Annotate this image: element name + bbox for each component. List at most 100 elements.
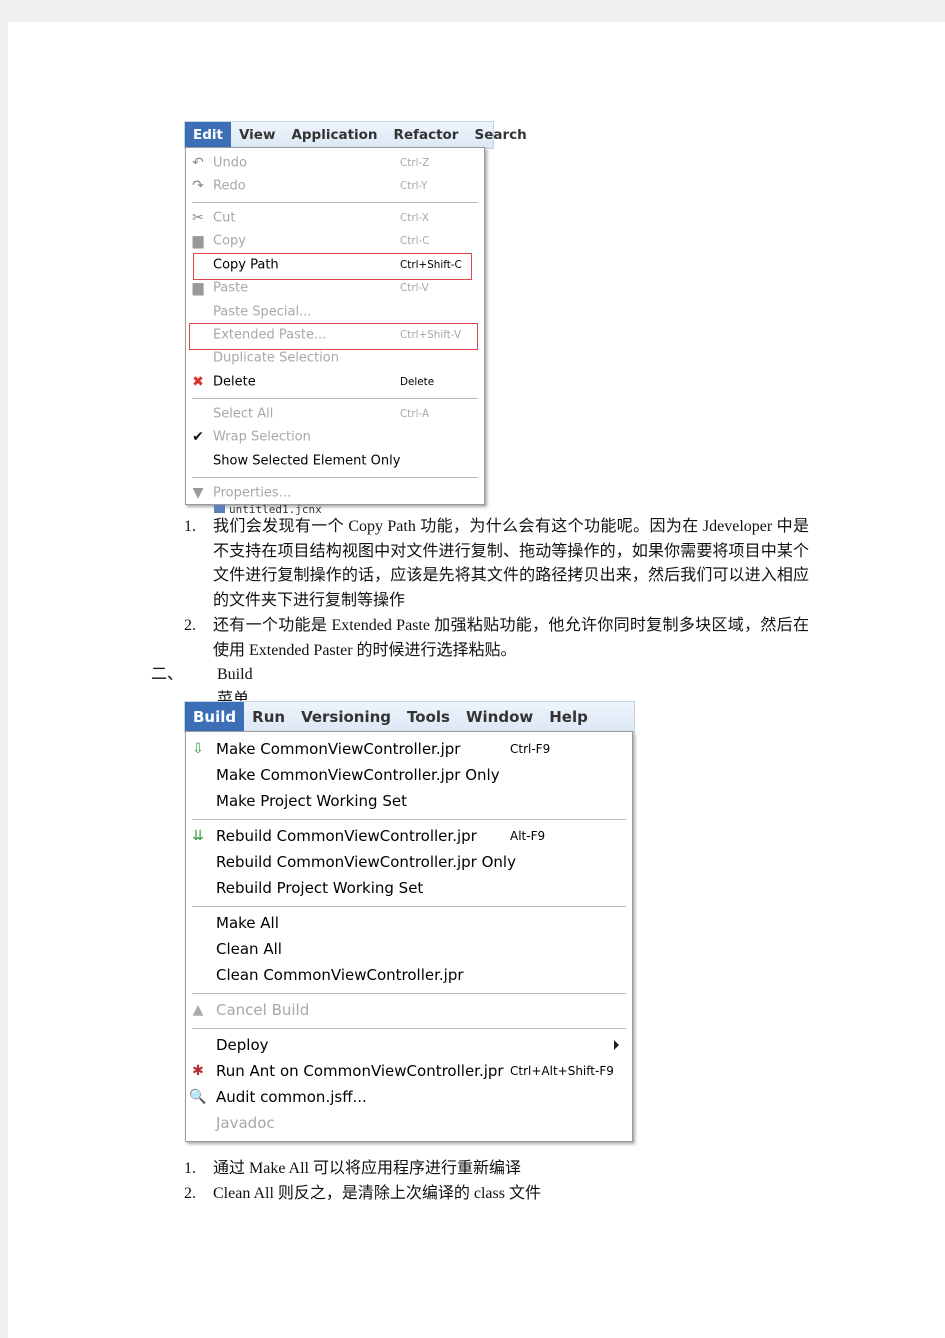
list-text: Clean All 则反之，是清除上次编译的 class 文件 bbox=[213, 1185, 541, 1202]
menu-item-label: Rebuild Project Working Set bbox=[216, 879, 424, 897]
menu-item-paste-special[interactable]: Paste Special... bbox=[186, 300, 484, 323]
menu-item-label: Paste bbox=[213, 280, 249, 296]
menu-item-wrap-selection[interactable]: ✔ Wrap Selection bbox=[186, 425, 484, 448]
menu-item-cancel-build[interactable]: ▲ Cancel Build bbox=[186, 997, 632, 1023]
tree-item-label: untitled1.jcnx bbox=[229, 505, 322, 515]
menu-item-make-commonviewcontroller-jpr-only[interactable]: Make CommonViewController.jpr Only bbox=[186, 762, 632, 788]
menu-refactor[interactable]: Refactor bbox=[386, 127, 467, 143]
menu-item-select-all[interactable]: Select All Ctrl-A bbox=[186, 402, 484, 425]
paste-icon: ▆ bbox=[192, 280, 204, 297]
menu-item-make-project-working-set[interactable]: Make Project Working Set bbox=[186, 788, 632, 814]
menu-item-shortcut: Ctrl-X bbox=[400, 212, 429, 225]
menu-item-delete[interactable]: ✖ Delete Delete bbox=[186, 370, 484, 393]
menu-separator bbox=[186, 988, 632, 997]
menu-item-label: Javadoc bbox=[216, 1114, 275, 1132]
menu-item-properties[interactable]: ▼ Properties... bbox=[186, 481, 484, 504]
menu-separator bbox=[186, 901, 632, 910]
menu-item-label: Make Project Working Set bbox=[216, 792, 407, 810]
menu-run[interactable]: Run bbox=[244, 708, 293, 726]
build-menu-dropdown: ⇩ Make CommonViewController.jpr Ctrl-F9 Mak… bbox=[185, 731, 633, 1142]
edit-menubar: Edit View Application Refactor Search bbox=[184, 121, 527, 149]
menu-separator bbox=[186, 472, 484, 481]
menu-item-javadoc[interactable]: Javadoc bbox=[186, 1110, 632, 1136]
menu-item-label: Wrap Selection bbox=[213, 429, 311, 445]
menu-item-label: Cancel Build bbox=[216, 1001, 310, 1019]
menu-item-label: Redo bbox=[213, 178, 246, 194]
menu-application[interactable]: Application bbox=[283, 127, 385, 143]
menu-tools[interactable]: Tools bbox=[399, 708, 458, 726]
menu-item-copy[interactable]: ▆ Copy Ctrl-C bbox=[186, 230, 484, 253]
menu-item-label: Properties... bbox=[213, 485, 292, 501]
menu-item-paste[interactable]: ▆ Paste Ctrl-V bbox=[186, 277, 484, 300]
tree-item-fragment: untitled1.jcnx bbox=[214, 505, 334, 515]
menu-item-clean-commonviewcontroller-jpr[interactable]: Clean CommonViewController.jpr bbox=[186, 962, 632, 988]
menu-item-label: Copy bbox=[213, 233, 246, 249]
menu-item-show-selected-element-only[interactable]: Show Selected Element Only bbox=[186, 449, 484, 472]
rebuild-icon: ⇊ bbox=[192, 828, 204, 844]
menu-item-audit-common-jsff[interactable]: 🔍 Audit common.jsff... bbox=[186, 1084, 632, 1110]
menu-item-undo[interactable]: ↶ Undo Ctrl-Z bbox=[186, 151, 484, 174]
list-number: 2. bbox=[184, 1185, 196, 1202]
list-text: 还有一个功能是 Extended Paste 加强粘贴功能，他允许你同时复制多块… bbox=[213, 617, 809, 659]
menu-item-label: Cut bbox=[213, 210, 236, 226]
undo-icon: ↶ bbox=[192, 154, 204, 171]
menu-item-redo[interactable]: ↷ Redo Ctrl-Y bbox=[186, 174, 484, 197]
menu-item-shortcut: Ctrl-A bbox=[400, 407, 430, 420]
menu-item-extended-paste[interactable]: Extended Paste... Ctrl+Shift-V bbox=[186, 323, 484, 350]
edit-menu-dropdown: ↶ Undo Ctrl-Z ↷ Redo Ctrl-Y ✂ Cut Ctrl-X ▆ Copy Ctr… bbox=[185, 147, 485, 505]
menu-separator bbox=[186, 1023, 632, 1032]
menu-window[interactable]: Window bbox=[458, 708, 541, 726]
menu-item-label: Show Selected Element Only bbox=[213, 453, 401, 469]
menu-versioning[interactable]: Versioning bbox=[293, 708, 399, 726]
menu-separator bbox=[186, 814, 632, 823]
menu-item-clean-all[interactable]: Clean All bbox=[186, 936, 632, 962]
menu-item-label: Rebuild CommonViewController.jpr bbox=[216, 827, 477, 845]
menu-item-deploy[interactable]: Deploy bbox=[186, 1032, 632, 1058]
copy-icon: ▆ bbox=[192, 233, 204, 250]
menu-item-rebuild-commonviewcontroller-jpr-only[interactable]: Rebuild CommonViewController.jpr Only bbox=[186, 849, 632, 875]
submenu-arrow-icon bbox=[614, 1040, 619, 1050]
menu-item-shortcut: Alt-F9 bbox=[510, 829, 546, 843]
menu-help[interactable]: Help bbox=[541, 708, 596, 726]
menu-item-label: Make CommonViewController.jpr Only bbox=[216, 766, 500, 784]
menu-item-label: Deploy bbox=[216, 1036, 269, 1054]
menu-item-shortcut: Ctrl-C bbox=[400, 235, 430, 248]
menu-search[interactable]: Search bbox=[466, 127, 534, 143]
menu-item-rebuild-project-working-set[interactable]: Rebuild Project Working Set bbox=[186, 875, 632, 901]
list-text: 我们会发现有一个 Copy Path 功能，为什么会有这个功能呢。因为在 Jde… bbox=[213, 518, 809, 609]
list-number: 1. bbox=[184, 1160, 196, 1177]
menu-item-label: Clean CommonViewController.jpr bbox=[216, 966, 464, 984]
menu-item-duplicate-selection[interactable]: Duplicate Selection bbox=[186, 347, 484, 370]
audit-icon: 🔍 bbox=[189, 1089, 207, 1105]
menu-item-label: Rebuild CommonViewController.jpr Only bbox=[216, 853, 516, 871]
menu-item-label: Duplicate Selection bbox=[213, 350, 339, 366]
make-icon: ⇩ bbox=[192, 741, 204, 757]
menu-separator bbox=[186, 198, 484, 207]
menu-item-run-ant-on-commonviewcontroller-jpr[interactable]: ✱ Run Ant on CommonViewController.jpr Ctrl… bbox=[186, 1058, 632, 1084]
menu-item-shortcut: Ctrl-F9 bbox=[510, 742, 551, 756]
menu-item-copy-path[interactable]: Copy Path Ctrl+Shift-C bbox=[186, 253, 484, 280]
menu-separator bbox=[186, 394, 484, 403]
menu-item-rebuild-commonviewcontroller-jpr[interactable]: ⇊ Rebuild CommonViewController.jpr Alt-F9 bbox=[186, 823, 632, 849]
build-menubar: Build Run Versioning Tools Window Help bbox=[184, 701, 635, 733]
menu-item-make-all[interactable]: Make All bbox=[186, 910, 632, 936]
redo-icon: ↷ bbox=[192, 178, 204, 195]
menu-item-shortcut: Ctrl-Y bbox=[400, 180, 428, 193]
menu-edit[interactable]: Edit bbox=[185, 122, 231, 148]
menu-item-shortcut: Delete bbox=[400, 375, 435, 388]
menu-item-make-commonviewcontroller-jpr[interactable]: ⇩ Make CommonViewController.jpr Ctrl-F9 bbox=[186, 736, 632, 762]
menu-item-label: Delete bbox=[213, 374, 256, 390]
menu-item-label: Make CommonViewController.jpr bbox=[216, 740, 461, 758]
delete-x-icon: ✖ bbox=[192, 373, 204, 390]
menu-item-label: Clean All bbox=[216, 940, 282, 958]
menu-view[interactable]: View bbox=[231, 127, 283, 143]
section-number: 二、 bbox=[151, 666, 184, 683]
menu-item-label: Paste Special... bbox=[213, 304, 312, 320]
menu-item-cut[interactable]: ✂ Cut Ctrl-X bbox=[186, 206, 484, 229]
ant-icon: ✱ bbox=[192, 1063, 204, 1079]
menu-item-label: Audit common.jsff... bbox=[216, 1088, 367, 1106]
list-number: 2. bbox=[184, 617, 196, 634]
menu-item-label: Run Ant on CommonViewController.jpr bbox=[216, 1062, 504, 1080]
menu-build[interactable]: Build bbox=[185, 702, 245, 732]
list-number: 1. bbox=[184, 518, 196, 535]
